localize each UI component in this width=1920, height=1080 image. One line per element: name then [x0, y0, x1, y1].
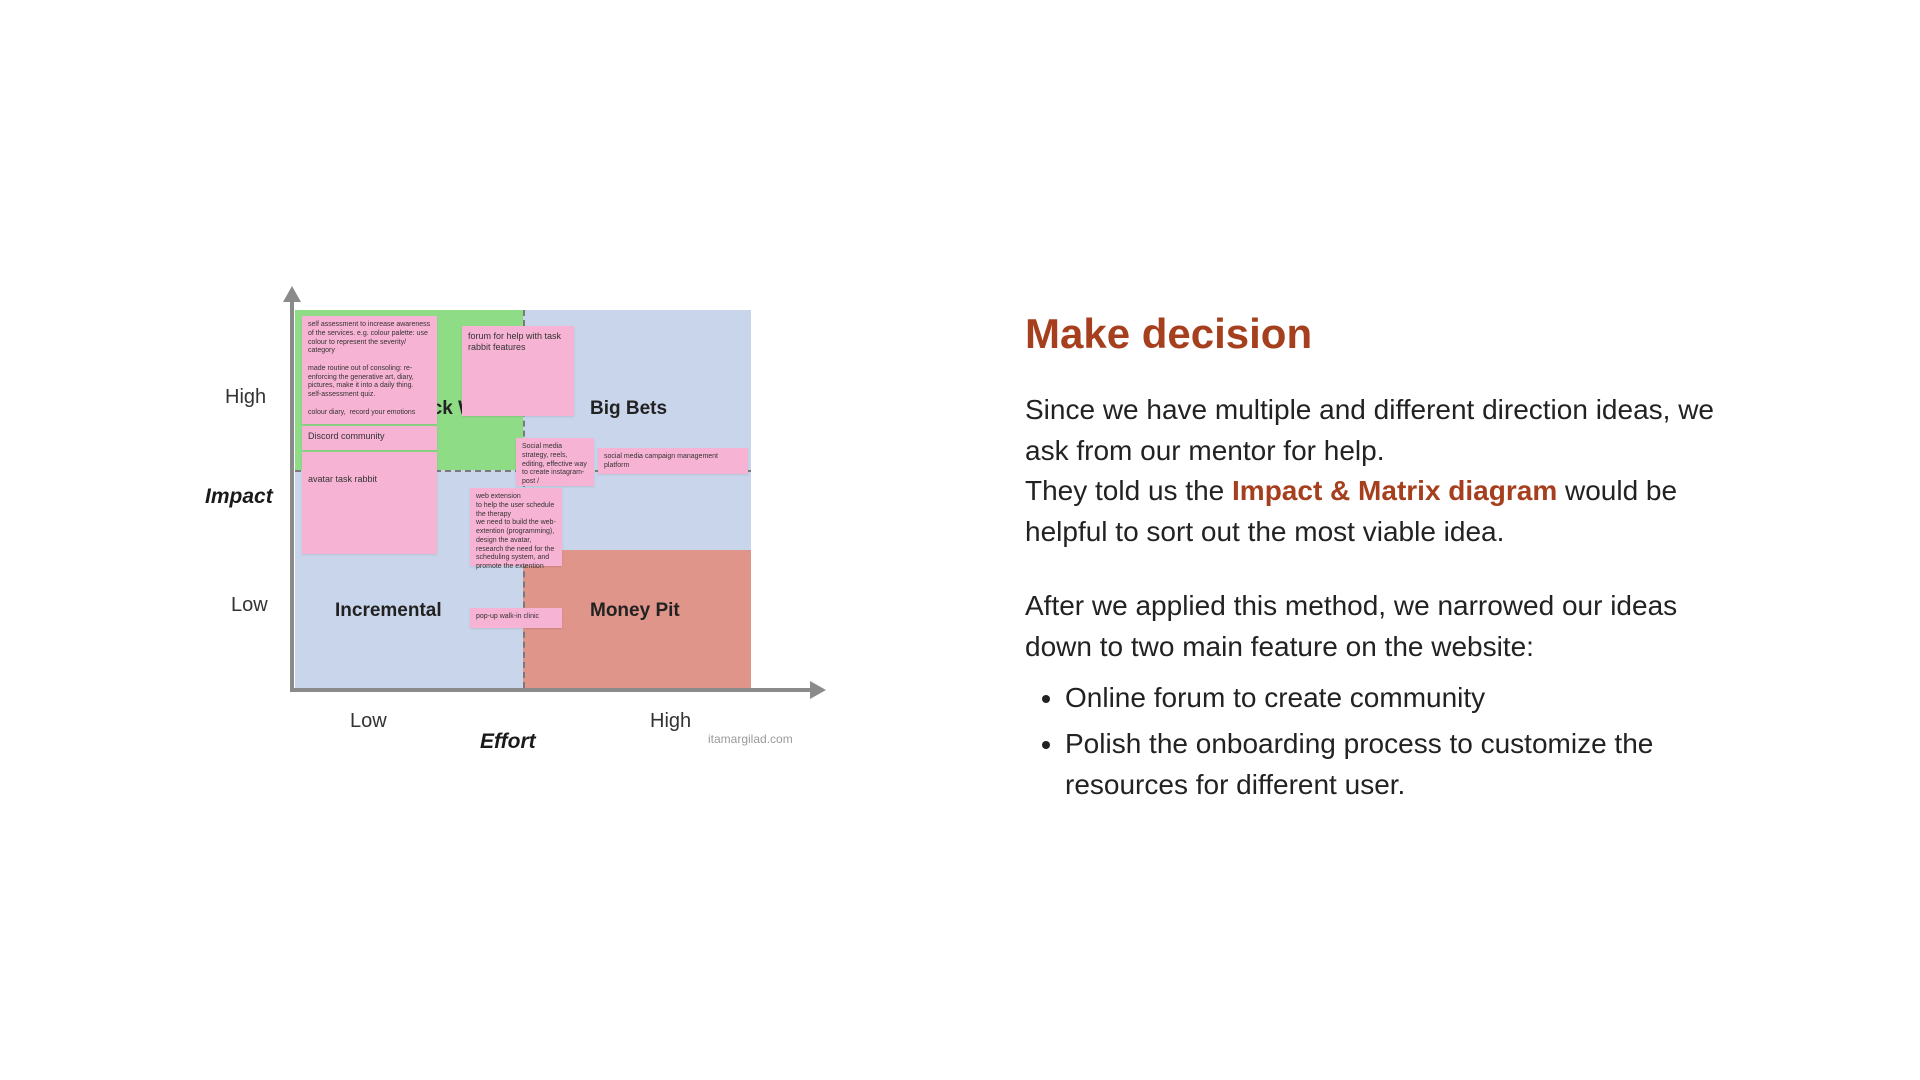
bullet-item: Online forum to create community — [1065, 678, 1725, 719]
impact-effort-diagram: Quick Wins Big Bets Incremental Money Pi… — [200, 300, 840, 750]
y-axis-arrow-icon — [283, 286, 301, 302]
feature-bullet-list: Online forum to create community Polish … — [1025, 678, 1725, 806]
y-tick-low: Low — [231, 594, 268, 617]
quadrant-label-incremental: Incremental — [335, 600, 442, 622]
sticky-note: avatar task rabbit — [302, 452, 437, 554]
x-axis-label: Effort — [480, 730, 536, 754]
x-axis — [290, 688, 812, 692]
x-tick-high: High — [650, 710, 691, 733]
section-heading: Make decision — [1025, 310, 1725, 358]
slide: Quick Wins Big Bets Incremental Money Pi… — [0, 0, 1920, 1080]
sticky-note: web extension to help the user schedule … — [470, 488, 562, 566]
y-tick-high: High — [225, 386, 266, 409]
diagram-attribution: itamargilad.com — [708, 732, 793, 746]
p1-line2-pre: They told us the — [1025, 475, 1232, 506]
sticky-note: pop-up walk-in clinic — [470, 608, 562, 628]
p1-line1: Since we have multiple and different dir… — [1025, 394, 1714, 466]
text-column: Make decision Since we have multiple and… — [1025, 310, 1725, 811]
paragraph-1: Since we have multiple and different dir… — [1025, 390, 1725, 552]
sticky-note: social media campaign management platfor… — [598, 448, 748, 474]
quadrant-label-money-pit: Money Pit — [590, 600, 680, 622]
quadrant-label-big-bets: Big Bets — [590, 398, 667, 420]
sticky-note: self assessment to increase awareness of… — [302, 316, 437, 424]
x-axis-arrow-icon — [810, 681, 826, 699]
sticky-note: Social media strategy, reels, editing, e… — [516, 438, 594, 486]
x-tick-low: Low — [350, 710, 387, 733]
sticky-note: forum for help with task rabbit features — [462, 326, 574, 416]
sticky-note: Discord community — [302, 426, 437, 450]
y-axis — [290, 298, 294, 690]
bullet-item: Polish the onboarding process to customi… — [1065, 724, 1725, 805]
highlight-impact-matrix: Impact & Matrix diagram — [1232, 475, 1557, 506]
paragraph-2: After we applied this method, we narrowe… — [1025, 586, 1725, 667]
y-axis-label: Impact — [205, 485, 273, 509]
